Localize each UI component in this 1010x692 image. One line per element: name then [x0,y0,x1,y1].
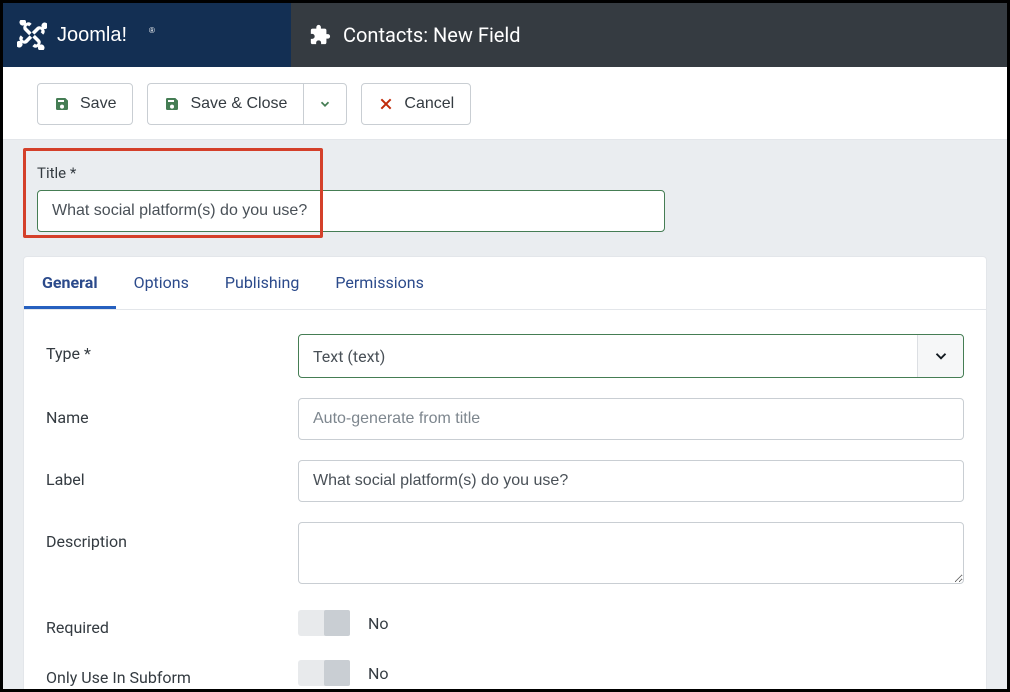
app-header: Joomla! ® Contacts: New Field [3,3,1007,67]
puzzle-icon [309,24,331,46]
close-icon [378,96,394,112]
required-toggle[interactable] [298,610,350,636]
save-close-dropdown-toggle[interactable] [303,83,347,125]
description-textarea[interactable] [298,522,964,584]
brand-name: Joomla! ® [57,24,291,46]
type-select[interactable]: Text (text) [298,334,964,378]
row-description: Description [46,522,964,588]
label-input[interactable] [298,460,964,502]
row-type: Type * Text (text) [46,334,964,378]
save-close-button[interactable]: Save & Close [147,83,303,125]
toolbar: Save Save & Close Cancel [3,67,1007,140]
tab-publishing[interactable]: Publishing [207,257,317,309]
title-label: Title * [37,164,987,182]
page-heading-text: Contacts: New Field [343,23,521,47]
panel: General Options Publishing Permissions T… [23,256,987,692]
row-required: Required No [46,608,964,638]
only-subform-toggle[interactable] [298,660,350,686]
form: Type * Text (text) Name [24,310,986,692]
chevron-down-icon [917,335,963,377]
type-select-value: Text (text) [313,347,385,366]
title-area: Title * [3,140,1007,256]
row-name: Name [46,398,964,440]
required-state: No [368,614,389,633]
tab-options[interactable]: Options [116,257,207,309]
name-label: Name [46,398,298,427]
description-label: Description [46,522,298,551]
title-input[interactable] [37,190,665,232]
label-label: Label [46,460,298,489]
only-subform-state: No [368,664,389,683]
chevron-down-icon [318,97,332,111]
name-input[interactable] [298,398,964,440]
save-icon [54,96,70,112]
tab-permissions[interactable]: Permissions [317,257,441,309]
page-heading: Contacts: New Field [291,3,1007,67]
type-label: Type * [46,334,298,363]
required-label: Required [46,608,298,637]
joomla-logo-icon [17,20,47,50]
save-icon [164,96,180,112]
save-button[interactable]: Save [37,83,133,125]
row-only-subform: Only Use In Subform No [46,658,964,688]
brand-box[interactable]: Joomla! ® [3,3,291,67]
row-label: Label [46,460,964,502]
cancel-button[interactable]: Cancel [361,83,471,125]
tab-general[interactable]: General [24,257,116,309]
save-close-group: Save & Close [147,83,347,125]
tabs: General Options Publishing Permissions [24,257,986,310]
svg-text:Joomla!: Joomla! [57,24,127,46]
only-subform-label: Only Use In Subform [46,658,298,687]
svg-text:®: ® [149,26,155,35]
